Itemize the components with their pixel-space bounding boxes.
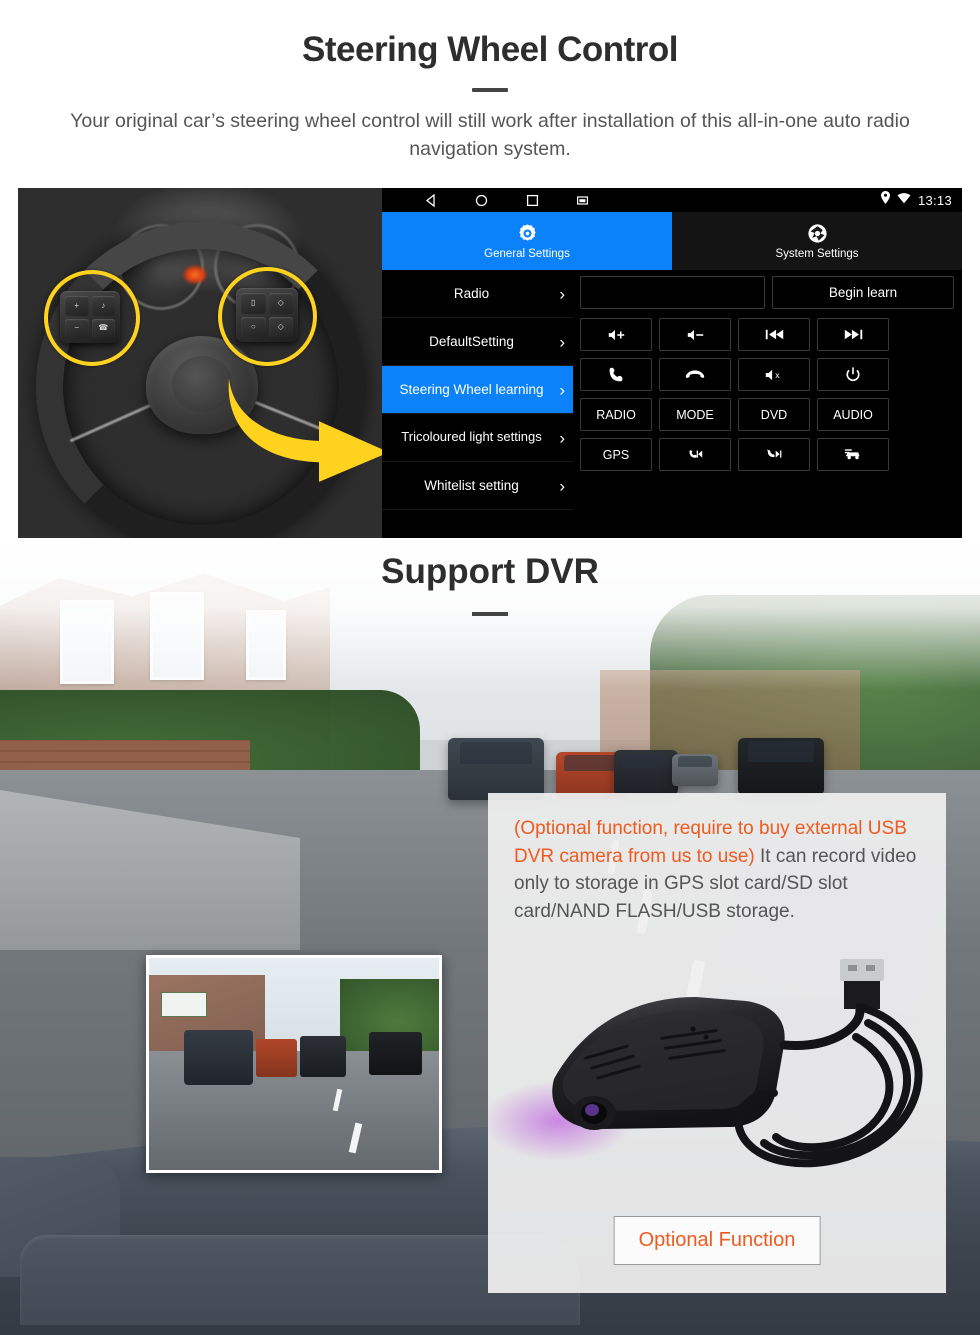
- volume-up-button[interactable]: [580, 318, 652, 351]
- recents-icon[interactable]: [526, 194, 539, 207]
- android-status-bar: 13:13: [382, 188, 962, 212]
- mode-button[interactable]: MODE: [659, 398, 731, 431]
- menu-item-tricoloured-light-settings[interactable]: Tricoloured light settings ›: [382, 414, 573, 462]
- volume-down-button[interactable]: [659, 318, 731, 351]
- tab-system-settings[interactable]: System Settings: [672, 212, 962, 270]
- preview-vehicle: [299, 1036, 347, 1077]
- dvr-info-panel: (Optional function, require to buy exter…: [483, 793, 946, 1293]
- next-track-button[interactable]: [817, 318, 889, 351]
- settings-panes: Radio › DefaultSetting › Steering Wheel …: [382, 270, 962, 538]
- call-prev-button[interactable]: [659, 438, 731, 471]
- hardware-demo-row: + ♪ − ☎ ▯ ◇ ○ ◇ 13:13 General Settings S…: [18, 188, 962, 538]
- chevron-right-icon: ›: [559, 379, 565, 399]
- gear-icon: [517, 223, 538, 245]
- tab-general-settings[interactable]: General Settings: [382, 212, 672, 270]
- radio-button[interactable]: RADIO: [580, 398, 652, 431]
- chevron-right-icon: ›: [559, 331, 565, 351]
- learn-display-field[interactable]: [580, 276, 765, 309]
- gps-button[interactable]: GPS: [580, 438, 652, 471]
- menu-item-default-setting-label: DefaultSetting: [429, 333, 514, 349]
- dvd-button[interactable]: DVD: [738, 398, 810, 431]
- preview-vehicle: [369, 1032, 422, 1075]
- call-next-button[interactable]: [738, 438, 810, 471]
- vehicle: [448, 738, 544, 800]
- mute-button[interactable]: x: [738, 358, 810, 391]
- menu-item-tricoloured-light-settings-label: Tricoloured light settings: [401, 429, 542, 445]
- screenshot-icon[interactable]: [577, 195, 588, 206]
- menu-item-steering-wheel-learning[interactable]: Steering Wheel learning ›: [382, 366, 573, 414]
- preview-vehicle: [256, 1038, 297, 1077]
- right-pad-highlight-circle: [218, 267, 317, 366]
- learning-controls-row: Begin learn: [580, 276, 954, 309]
- preview-vehicle: [183, 1030, 254, 1086]
- vehicle: [614, 750, 678, 794]
- settings-menu-list: Radio › DefaultSetting › Steering Wheel …: [382, 270, 574, 538]
- status-indicators: 13:13: [880, 188, 952, 212]
- settings-tabs: General Settings System Settings: [382, 212, 962, 270]
- svg-text:x: x: [775, 370, 780, 380]
- audio-button[interactable]: AUDIO: [817, 398, 889, 431]
- chevron-right-icon: ›: [559, 475, 565, 495]
- back-icon[interactable]: [424, 193, 437, 207]
- optional-function-button[interactable]: Optional Function: [613, 1216, 821, 1265]
- menu-item-whitelist-setting-label: Whitelist setting: [424, 477, 519, 493]
- chevron-right-icon: ›: [559, 283, 565, 303]
- dashcam-preview-inset: [146, 955, 442, 1173]
- steering-wheel-learning-panel: Begin learn x RADIO MODE DVD AUDIO GPS: [574, 270, 962, 538]
- car-info-button[interactable]: [817, 438, 889, 471]
- preview-road-sign: [160, 991, 207, 1018]
- steering-wheel-photo: + ♪ − ☎ ▯ ◇ ○ ◇: [18, 188, 382, 538]
- tab-system-settings-label: System Settings: [775, 247, 859, 260]
- dashcam-preview-image: [149, 958, 439, 1170]
- support-dvr-section: Support DVR (Optional function, require …: [0, 540, 980, 1335]
- page-subtitle: Your original car’s steering wheel contr…: [70, 110, 910, 160]
- dvr-page-title: Support DVR: [381, 552, 599, 591]
- menu-item-radio[interactable]: Radio ›: [382, 270, 573, 318]
- chevron-right-icon: ›: [559, 427, 565, 447]
- usb-dvr-camera-photo: [483, 953, 946, 1223]
- left-pad-highlight-circle: [44, 270, 140, 366]
- menu-item-default-setting[interactable]: DefaultSetting ›: [382, 318, 573, 366]
- title-divider: [472, 88, 508, 92]
- steering-wheel-control-section: Steering Wheel Control Your original car…: [0, 0, 980, 540]
- menu-item-steering-wheel-learning-label: Steering Wheel learning: [399, 381, 544, 397]
- dvr-title-divider: [472, 612, 508, 616]
- system-settings-icon: [807, 223, 828, 245]
- vehicle: [672, 754, 718, 786]
- power-button[interactable]: [817, 358, 889, 391]
- location-pin-icon: [880, 191, 890, 209]
- call-hangup-button[interactable]: [659, 358, 731, 391]
- page-title: Steering Wheel Control: [302, 30, 678, 69]
- yellow-pointer-arrow: [223, 378, 382, 498]
- menu-item-whitelist-setting[interactable]: Whitelist setting ›: [382, 462, 573, 510]
- clock-time: 13:13: [917, 192, 952, 208]
- vehicle: [738, 738, 824, 794]
- home-icon[interactable]: [475, 194, 488, 207]
- navigation-bar: [424, 193, 588, 207]
- dvr-info-text: (Optional function, require to buy exter…: [488, 793, 946, 925]
- previous-track-button[interactable]: [738, 318, 810, 351]
- begin-learn-button[interactable]: Begin learn: [772, 276, 954, 309]
- dvr-title-area: Support DVR: [0, 552, 980, 616]
- menu-item-radio-label: Radio: [453, 285, 490, 301]
- tab-general-settings-label: General Settings: [484, 247, 570, 260]
- head-unit-screen: 13:13 General Settings System Settings R…: [382, 188, 962, 538]
- call-answer-button[interactable]: [580, 358, 652, 391]
- wifi-icon: [897, 191, 911, 209]
- learnable-keys-grid: x RADIO MODE DVD AUDIO GPS: [580, 318, 954, 471]
